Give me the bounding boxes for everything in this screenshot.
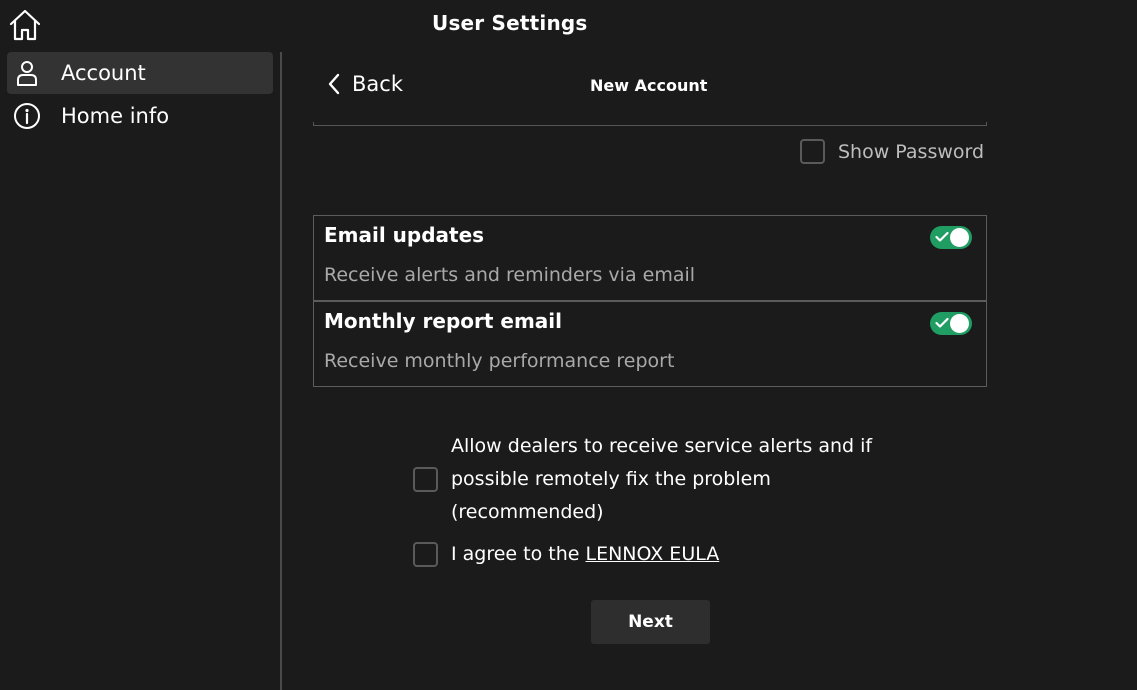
dealer-alerts-row: Allow dealers to receive service alerts … [413,430,872,529]
option-title: Monthly report email [324,309,563,333]
option-description: Receive alerts and reminders via email [324,264,696,286]
home-button[interactable] [6,6,44,44]
email-updates-option: Email updates Receive alerts and reminde… [313,215,987,301]
check-icon [935,317,949,328]
email-updates-toggle[interactable] [930,226,972,249]
sidebar-item-account[interactable]: Account [7,52,273,94]
dealer-alerts-line: possible remotely fix the problem [451,468,771,490]
person-icon [13,59,41,87]
eula-row: I agree to the LENNOX EULA [413,538,719,571]
sidebar-item-label: Account [61,61,146,85]
back-button[interactable]: Back [326,72,403,96]
sidebar-item-home-info[interactable]: Home info [7,95,273,137]
show-password-toggle[interactable]: Show Password [800,139,984,164]
dealer-alerts-line: (recommended) [451,501,604,523]
next-button[interactable]: Next [591,600,710,644]
chevron-left-icon [328,73,340,95]
check-icon [935,231,949,242]
sidebar: Account Home info [0,48,280,690]
option-description: Receive monthly performance report [324,350,675,372]
eula-checkbox[interactable] [413,542,438,567]
home-icon [9,9,41,41]
dealer-alerts-checkbox[interactable] [413,467,438,492]
main-panel: Back New Account Show Password Email upd… [282,48,1137,690]
back-label: Back [352,72,403,96]
eula-link[interactable]: LENNOX EULA [586,543,720,565]
option-title: Email updates [324,223,485,247]
toggle-knob [950,314,969,333]
eula-prefix: I agree to the [451,543,586,565]
info-icon [13,102,41,130]
page-title: New Account [590,76,708,95]
monthly-report-option: Monthly report email Receive monthly per… [313,301,987,387]
monthly-report-toggle[interactable] [930,312,972,335]
dealer-alerts-text: Allow dealers to receive service alerts … [451,430,872,529]
password-field[interactable] [313,122,987,126]
eula-text: I agree to the LENNOX EULA [451,538,719,571]
toggle-knob [950,228,969,247]
sidebar-item-label: Home info [61,104,170,128]
show-password-label: Show Password [838,140,985,163]
header: User Settings [0,0,1137,48]
show-password-checkbox[interactable] [800,139,825,164]
dealer-alerts-line: Allow dealers to receive service alerts … [451,435,873,457]
app-title: User Settings [432,11,588,35]
